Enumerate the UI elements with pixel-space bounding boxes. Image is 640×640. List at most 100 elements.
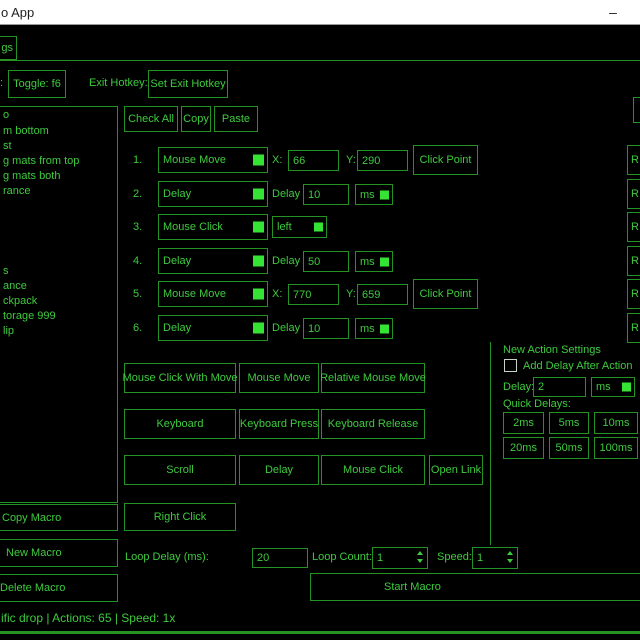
dropdown-indicator-icon <box>253 256 264 267</box>
delay-input[interactable] <box>303 251 349 272</box>
add-keyboard-button[interactable]: Keyboard <box>124 409 236 439</box>
macro-list-item[interactable]: lip <box>3 325 14 337</box>
stepper-arrows-icon[interactable] <box>417 551 423 563</box>
macro-list[interactable]: o m bottom st g mats from top g mats bot… <box>0 106 118 503</box>
remove-row-button[interactable]: R <box>627 313 640 343</box>
toggle-hotkey-label: : <box>0 77 3 89</box>
quick-delay-100ms-button[interactable]: 100ms <box>594 437 638 459</box>
x-input[interactable] <box>288 284 339 305</box>
add-delay-button[interactable]: Delay <box>239 455 319 485</box>
start-macro-button[interactable]: Start Macro <box>310 573 640 601</box>
macro-list-item[interactable]: rance <box>3 185 31 197</box>
action-type-value: Delay <box>163 255 191 267</box>
mouse-button-value: left <box>277 221 292 233</box>
dropdown-indicator-icon <box>253 222 264 233</box>
y-label: Y: <box>346 154 356 166</box>
click-point-button[interactable]: Click Point <box>413 279 478 309</box>
quick-delay-5ms-button[interactable]: 5ms <box>549 412 589 434</box>
remove-row-button[interactable]: R <box>627 279 640 309</box>
dropdown-indicator-icon <box>380 190 389 199</box>
status-bar-divider <box>0 631 640 634</box>
action-type-value: Delay <box>163 322 191 334</box>
remove-row-button[interactable]: R <box>627 212 640 242</box>
row-number: 6. <box>133 322 142 334</box>
action-type-dropdown[interactable]: Mouse Click <box>158 214 268 240</box>
delay-unit-dropdown[interactable]: ms <box>355 251 393 272</box>
paste-button[interactable]: Paste <box>214 106 258 132</box>
action-type-dropdown[interactable]: Mouse Move <box>158 281 268 307</box>
delay-unit-value: ms <box>360 189 375 201</box>
cut-off-button-fragment[interactable] <box>633 97 640 123</box>
action-type-dropdown[interactable]: Delay <box>158 248 268 274</box>
action-type-value: Mouse Click <box>163 221 223 233</box>
dropdown-indicator-icon <box>253 323 264 334</box>
delete-macro-button[interactable]: Delete Macro <box>0 574 118 602</box>
delay-input[interactable] <box>303 318 349 339</box>
loop-count-label: Loop Count: <box>312 551 372 563</box>
dropdown-indicator-icon <box>253 189 264 200</box>
add-mouse-move-button[interactable]: Mouse Move <box>239 363 319 393</box>
macro-list-item[interactable]: s <box>3 265 9 277</box>
new-action-delay-unit-dropdown[interactable]: ms <box>591 377 635 397</box>
delay-input[interactable] <box>303 184 349 205</box>
minimize-icon[interactable]: – <box>595 0 631 24</box>
add-keyboard-release-button[interactable]: Keyboard Release <box>321 409 425 439</box>
row-number: 4. <box>133 255 142 267</box>
add-right-click-button[interactable]: Right Click <box>124 503 236 531</box>
copy-macro-button[interactable]: Copy Macro <box>0 504 118 531</box>
mouse-button-dropdown[interactable]: left <box>272 216 327 238</box>
new-macro-button[interactable]: New Macro <box>0 539 118 567</box>
toggle-hotkey-button[interactable]: Toggle: f6 <box>8 70 66 98</box>
delay-unit-dropdown[interactable]: ms <box>355 318 393 339</box>
action-type-dropdown[interactable]: Delay <box>158 315 268 341</box>
macro-list-item[interactable]: st <box>3 140 12 152</box>
tab-settings[interactable]: gs <box>0 36 17 60</box>
loop-count-stepper[interactable]: 1 <box>372 547 428 569</box>
delay-label: Delay <box>272 188 300 200</box>
add-open-link-button[interactable]: Open Link <box>429 455 483 485</box>
check-all-button[interactable]: Check All <box>124 106 178 132</box>
quick-delay-2ms-button[interactable]: 2ms <box>503 412 544 434</box>
add-delay-after-action-checkbox[interactable] <box>504 359 517 372</box>
quick-delay-10ms-button[interactable]: 10ms <box>594 412 638 434</box>
title-bar: o App – <box>0 0 640 25</box>
remove-row-button[interactable]: R <box>627 246 640 276</box>
macro-list-item[interactable]: ance <box>3 280 27 292</box>
quick-delay-20ms-button[interactable]: 20ms <box>503 437 544 459</box>
add-scroll-button[interactable]: Scroll <box>124 455 236 485</box>
action-type-dropdown[interactable]: Delay <box>158 181 268 207</box>
y-input[interactable] <box>357 284 408 305</box>
copy-button[interactable]: Copy <box>181 106 211 132</box>
loop-count-value: 1 <box>377 552 383 564</box>
macro-list-item[interactable]: o <box>3 109 9 121</box>
tab-strip-divider <box>0 60 640 61</box>
stepper-arrows-icon[interactable] <box>507 551 513 563</box>
delay-label: Delay <box>272 255 300 267</box>
new-action-delay-input[interactable] <box>533 377 586 397</box>
dropdown-indicator-icon <box>314 223 323 232</box>
add-keyboard-press-button[interactable]: Keyboard Press <box>239 409 319 439</box>
macro-list-item[interactable]: ckpack <box>3 295 37 307</box>
delay-unit-dropdown[interactable]: ms <box>355 184 393 205</box>
macro-list-item[interactable]: g mats from top <box>3 155 79 167</box>
add-mouse-click-with-move-button[interactable]: Mouse Click With Move <box>124 363 236 393</box>
delay-unit-value: ms <box>596 381 611 393</box>
set-exit-hotkey-button[interactable]: Set Exit Hotkey <box>148 70 228 98</box>
loop-delay-input[interactable] <box>252 548 308 568</box>
dropdown-indicator-icon <box>253 289 264 300</box>
add-mouse-click-button[interactable]: Mouse Click <box>321 455 425 485</box>
remove-row-button[interactable]: R <box>627 179 640 209</box>
y-input[interactable] <box>357 150 408 171</box>
macro-list-item[interactable]: m bottom <box>3 125 49 137</box>
x-input[interactable] <box>288 150 339 171</box>
remove-row-button[interactable]: R <box>627 145 640 175</box>
add-relative-mouse-move-button[interactable]: Relative Mouse Move <box>321 363 425 393</box>
click-point-button[interactable]: Click Point <box>413 145 478 175</box>
speed-label: Speed: <box>437 551 472 563</box>
action-type-dropdown[interactable]: Mouse Move <box>158 147 268 173</box>
macro-list-item[interactable]: torage 999 <box>3 310 56 322</box>
speed-stepper[interactable]: 1 <box>472 547 518 569</box>
quick-delay-50ms-button[interactable]: 50ms <box>549 437 589 459</box>
quick-delays-label: Quick Delays: <box>503 398 571 410</box>
macro-list-item[interactable]: g mats both <box>3 170 60 182</box>
